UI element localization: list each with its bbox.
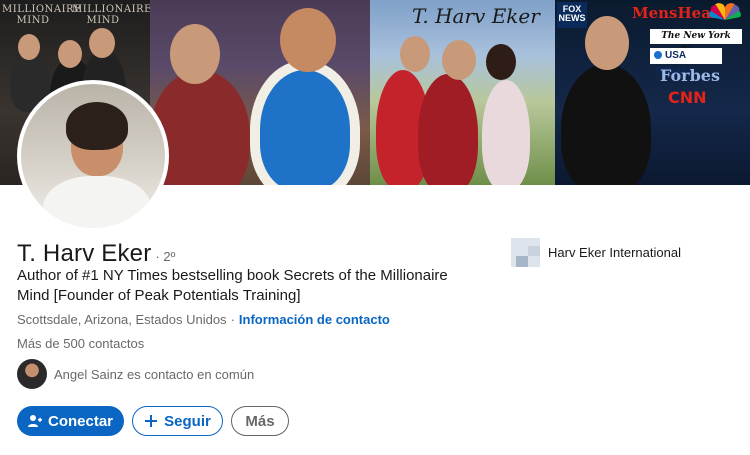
nyt-logo: The New York Times: [650, 29, 742, 56]
photo-figure-head: [89, 28, 115, 58]
photo-figure-blue-shirt: [250, 60, 360, 185]
mutual-connection[interactable]: Angel Sainz es contacto en común: [17, 359, 254, 389]
add-person-icon: [27, 414, 42, 428]
profile-actions: Conectar Seguir Más: [17, 406, 289, 436]
photo-figure-head: [280, 8, 336, 72]
photo-figure-head: [585, 16, 629, 70]
current-company[interactable]: Harv Eker International: [511, 238, 681, 267]
mutual-connection-text: Angel Sainz es contacto en común: [54, 367, 254, 382]
photo-figure-head: [442, 40, 476, 80]
connect-button[interactable]: Conectar: [17, 406, 124, 436]
name-row: T. Harv Eker · 2º: [17, 240, 175, 268]
company-name: Harv Eker International: [548, 245, 681, 260]
brand-text: MILLIONAIRE MIND: [2, 4, 82, 26]
photo-figure-head: [400, 36, 430, 72]
forbes-logo: Forbes: [660, 66, 720, 85]
banner-photo-2: [150, 0, 370, 185]
photo-figure-speaker: [561, 64, 651, 185]
signature-text: T. Harv Eker: [412, 4, 540, 28]
more-label: Más: [245, 412, 275, 430]
profile-name: T. Harv Eker: [17, 240, 152, 267]
location-row: Scottsdale, Arizona, Estados Unidos · Info…: [17, 312, 390, 327]
photo-figure: [482, 80, 530, 185]
company-logo-icon: [511, 238, 540, 267]
fox-news-logo: FOX NEWS: [557, 2, 587, 28]
profile-location: Scottsdale, Arizona, Estados Unidos: [17, 312, 227, 327]
photo-figure-head: [170, 24, 220, 84]
more-button[interactable]: Más: [231, 406, 289, 436]
mutual-connection-avatar: [17, 359, 47, 389]
separator: ·: [230, 312, 235, 327]
connections-number: Más de 500: [17, 336, 85, 351]
cnn-logo: CNN: [668, 88, 707, 107]
profile-headline: Author of #1 NY Times bestselling book S…: [17, 267, 448, 304]
follow-button[interactable]: Seguir: [132, 406, 223, 436]
avatar-shirt: [43, 176, 151, 228]
contact-info-link[interactable]: Información de contacto: [239, 312, 390, 327]
company-logo-block: [516, 256, 528, 267]
photo-figure-head: [18, 34, 40, 60]
connections-count[interactable]: Más de 500 contactos: [17, 336, 144, 351]
mutual-connection-suffix: es contacto en común: [127, 366, 255, 382]
connect-label: Conectar: [47, 412, 114, 430]
usa-today-logo: USA TODAY: [650, 48, 722, 77]
connections-suffix: contactos: [88, 336, 145, 351]
photo-figure: [418, 74, 478, 185]
avatar-hair: [66, 102, 128, 150]
plus-icon: [144, 414, 158, 428]
connection-degree: · 2º: [155, 249, 176, 264]
nbc-peacock-icon: [709, 3, 741, 20]
company-logo-block: [528, 246, 540, 256]
photo-figure-head: [58, 40, 82, 68]
profile-avatar[interactable]: [17, 80, 169, 232]
mutual-connection-name: Angel Sainz: [54, 366, 124, 382]
brand-text: MILLIONAIRE MIND: [72, 4, 150, 26]
usa-today-dot-icon: [654, 51, 662, 59]
photo-figure-head: [486, 44, 516, 80]
follow-label: Seguir: [164, 412, 211, 430]
